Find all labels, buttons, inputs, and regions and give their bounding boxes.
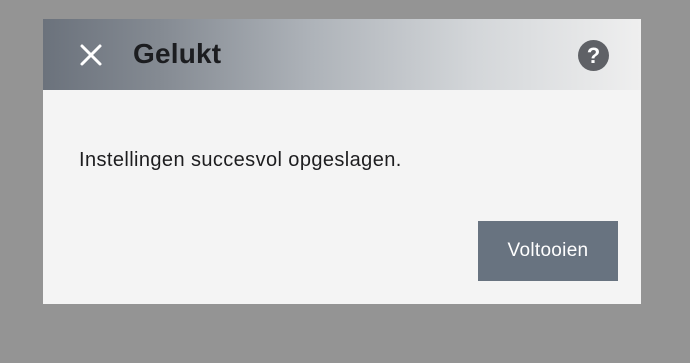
dialog-message: Instellingen succesvol opgeslagen. [79,149,402,171]
dialog-header: Gelukt ? [43,19,641,90]
finish-button[interactable]: Voltooien [478,221,618,281]
dialog-title: Gelukt [133,38,222,69]
help-button[interactable]: ? [578,40,609,71]
success-dialog: Gelukt ? Instellingen succesvol opgeslag… [43,19,641,304]
close-icon [80,44,102,66]
close-button[interactable] [77,41,105,69]
help-icon: ? [586,42,601,68]
